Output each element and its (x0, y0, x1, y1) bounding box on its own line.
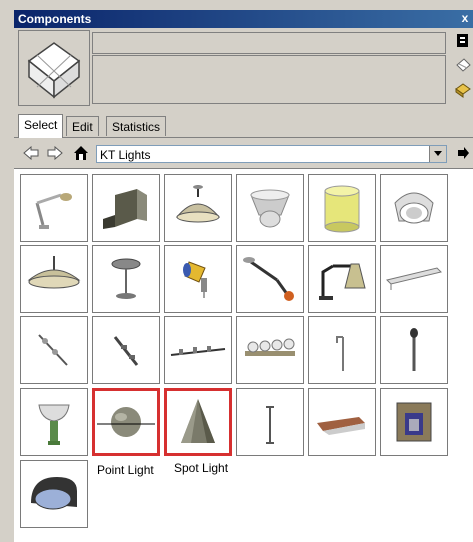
floor-pole-icon (266, 406, 274, 444)
torch-light-icon (38, 404, 70, 445)
component-thumb[interactable] (308, 174, 376, 242)
window-titlebar: Components x (14, 10, 473, 28)
details-arrow-icon[interactable] (454, 144, 472, 162)
create-component-icon[interactable] (455, 56, 471, 74)
component-thumb[interactable] (236, 316, 304, 384)
display-secondary-pane-icon[interactable] (455, 32, 471, 50)
tab-select-label: Select (24, 118, 58, 132)
desk-lamp-arm-icon (243, 257, 294, 301)
desk-lamp-cone-icon (319, 263, 366, 300)
component-thumb[interactable] (380, 316, 448, 384)
recessed-light-icon (394, 192, 434, 224)
component-thumb[interactable] (308, 316, 376, 384)
tab-divider (14, 137, 473, 138)
track-light-diagonal-icon (38, 334, 68, 366)
component-thumb[interactable] (164, 245, 232, 313)
spot-light-caption: Spot Light (174, 461, 229, 475)
component-thumb[interactable] (20, 245, 88, 313)
collection-dropdown[interactable]: KT Lights (96, 145, 447, 163)
component-thumb[interactable] (236, 245, 304, 313)
component-thumb[interactable] (236, 174, 304, 242)
desk-lamp-angled-icon (35, 193, 72, 229)
component-thumb[interactable] (380, 388, 448, 456)
component-name-field[interactable] (92, 32, 446, 54)
component-thumb[interactable] (380, 245, 448, 313)
tab-strip: Select Edit Statistics (14, 114, 473, 138)
component-thumb[interactable] (20, 174, 88, 242)
close-button[interactable]: x (458, 10, 472, 26)
component-thumb[interactable] (164, 174, 232, 242)
component-thumb[interactable] (380, 174, 448, 242)
component-preview-icon (18, 30, 90, 106)
point-light-icon (97, 407, 155, 437)
hanging-pendant-light-icon (250, 189, 290, 228)
tab-select[interactable]: Select (18, 114, 64, 138)
component-thumb[interactable] (20, 316, 88, 384)
chevron-down-icon[interactable] (429, 146, 446, 162)
spotlight-yellow-icon (183, 261, 207, 298)
cylinder-light-icon (324, 185, 360, 233)
box-fixture-icon (396, 402, 432, 442)
component-thumb-spot-light[interactable] (164, 388, 232, 456)
wall-box-light-icon (103, 189, 147, 229)
component-thumb[interactable] (20, 388, 88, 456)
tab-statistics-label: Statistics (112, 120, 161, 134)
street-lamp-hook-icon (336, 336, 344, 371)
component-description-field[interactable] (92, 55, 446, 104)
back-arrow-icon[interactable] (22, 144, 40, 162)
open-component-icon[interactable] (455, 80, 471, 98)
home-icon[interactable] (72, 144, 90, 162)
linear-fixture-icon (386, 267, 442, 290)
component-thumb[interactable] (308, 245, 376, 313)
component-thumb[interactable] (164, 316, 232, 384)
component-thumb[interactable] (308, 388, 376, 456)
window-title: Components (18, 12, 92, 26)
half-dome-light-icon (31, 477, 77, 510)
point-light-caption: Point Light (97, 463, 154, 477)
collection-dropdown-value: KT Lights (100, 148, 151, 162)
spot-light-icon (181, 399, 215, 443)
track-light-short-icon (113, 336, 139, 366)
pole-light-icon (410, 328, 418, 371)
tab-edit[interactable]: Edit (66, 116, 99, 136)
track-light-bar-icon (170, 346, 226, 356)
table-lamp-icon (111, 258, 141, 299)
wall-sconce-icon (317, 417, 365, 435)
hanging-dome-light-icon (175, 185, 221, 223)
component-thumb[interactable] (92, 245, 160, 313)
component-thumb[interactable] (92, 174, 160, 242)
forward-arrow-icon[interactable] (46, 144, 64, 162)
vanity-light-bar-icon (245, 338, 295, 356)
component-thumb[interactable] (20, 460, 88, 528)
dish-pendant-light-icon (27, 256, 81, 289)
tab-edit-label: Edit (72, 120, 93, 134)
component-thumb[interactable] (92, 316, 160, 384)
tab-statistics[interactable]: Statistics (106, 116, 167, 136)
component-thumb-point-light[interactable] (92, 388, 160, 456)
component-thumb[interactable] (236, 388, 304, 456)
